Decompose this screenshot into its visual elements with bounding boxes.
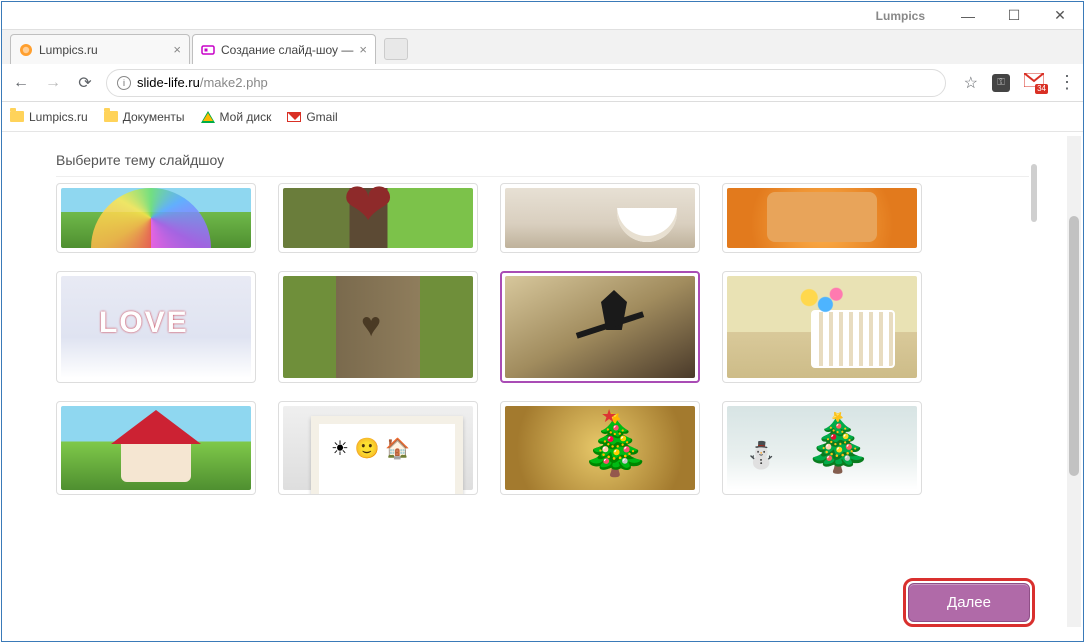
bookmark-label: Мой диск — [220, 110, 272, 124]
bookmark-documents[interactable]: Документы — [104, 110, 185, 124]
back-button[interactable]: ← — [10, 72, 32, 94]
theme-street-lamp[interactable] — [500, 271, 700, 383]
theme-rainbow[interactable] — [56, 183, 256, 253]
bookmark-gmail[interactable]: Gmail — [287, 110, 337, 124]
gdrive-icon — [201, 111, 215, 123]
theme-cafe-cup[interactable] — [500, 183, 700, 253]
theme-love-hearts[interactable] — [56, 271, 256, 383]
forward-button[interactable]: → — [42, 72, 64, 94]
browser-window: Lumpics — ☐ ✕ Lumpics.ru × Создание слай… — [1, 1, 1084, 642]
gmail-icon — [287, 112, 301, 122]
tab-close-icon[interactable]: × — [173, 42, 181, 57]
folder-icon — [104, 111, 118, 122]
theme-birthday-cake[interactable] — [722, 183, 922, 253]
next-button[interactable]: Далее — [908, 583, 1030, 622]
inner-scrollbar-thumb[interactable] — [1031, 164, 1037, 222]
gmail-unread-badge: 34 — [1035, 84, 1048, 94]
chrome-menu-icon[interactable]: ⋮ — [1058, 72, 1075, 93]
theme-mushroom-house[interactable] — [56, 401, 256, 495]
address-bar[interactable]: i slide-life.ru/make2.php — [106, 69, 946, 97]
favicon-icon — [201, 43, 215, 57]
tab-title: Создание слайд-шоу — — [221, 43, 353, 57]
tab-slidelife[interactable]: Создание слайд-шоу — × — [192, 34, 376, 64]
bookmark-label: Lumpics.ru — [29, 110, 88, 124]
bookmark-lumpics[interactable]: Lumpics.ru — [10, 110, 88, 124]
next-button-highlight: Далее — [903, 578, 1035, 627]
theme-christmas-gold[interactable] — [500, 401, 700, 495]
page-scrollbar[interactable] — [1067, 136, 1081, 627]
tab-strip: Lumpics.ru × Создание слайд-шоу — × — [2, 30, 1083, 64]
gmail-extension-icon[interactable]: 34 — [1024, 73, 1044, 92]
window-close-button[interactable]: ✕ — [1037, 2, 1083, 30]
new-tab-button[interactable] — [384, 38, 408, 60]
url-path: /make2.php — [200, 75, 268, 90]
theme-christmas-snow[interactable] — [722, 401, 922, 495]
page-viewport: Выберите тему слайдшоу Дал — [2, 132, 1083, 641]
bookmark-label: Gmail — [306, 110, 337, 124]
bookmark-label: Документы — [123, 110, 185, 124]
theme-nursery-crib[interactable] — [722, 271, 922, 383]
bookmark-star-icon[interactable]: ☆ — [964, 73, 978, 93]
theme-grid — [56, 183, 1029, 495]
theme-kids-drawing[interactable] — [278, 401, 478, 495]
url-host: slide-life.ru — [137, 75, 200, 90]
bookmark-my-drive[interactable]: Мой диск — [201, 110, 272, 124]
reload-button[interactable]: ⟳ — [74, 72, 96, 94]
site-info-icon[interactable]: i — [117, 76, 131, 90]
favicon-icon — [19, 43, 33, 57]
theme-bark-heart[interactable] — [278, 271, 478, 383]
toolbar-right: ☆ ⚿ 34 ⋮ — [964, 72, 1075, 93]
window-titlebar: Lumpics — ☐ ✕ — [2, 2, 1083, 30]
extension-key-icon[interactable]: ⚿ — [992, 74, 1010, 92]
tab-lumpics[interactable]: Lumpics.ru × — [10, 34, 190, 64]
theme-picker-card: Выберите тему слайдшоу — [42, 140, 1043, 509]
bookmarks-bar: Lumpics.ru Документы Мой диск Gmail — [2, 102, 1083, 132]
page-scrollbar-thumb[interactable] — [1069, 216, 1079, 476]
theme-tree-heart[interactable] — [278, 183, 478, 253]
tab-title: Lumpics.ru — [39, 43, 98, 57]
folder-icon — [10, 111, 24, 122]
toolbar: ← → ⟳ i slide-life.ru/make2.php ☆ ⚿ 34 ⋮ — [2, 64, 1083, 102]
window-minimize-button[interactable]: — — [945, 2, 991, 30]
window-maximize-button[interactable]: ☐ — [991, 2, 1037, 30]
tab-close-icon[interactable]: × — [359, 42, 367, 57]
window-brand: Lumpics — [876, 9, 925, 23]
page-heading: Выберите тему слайдшоу — [56, 146, 1029, 177]
